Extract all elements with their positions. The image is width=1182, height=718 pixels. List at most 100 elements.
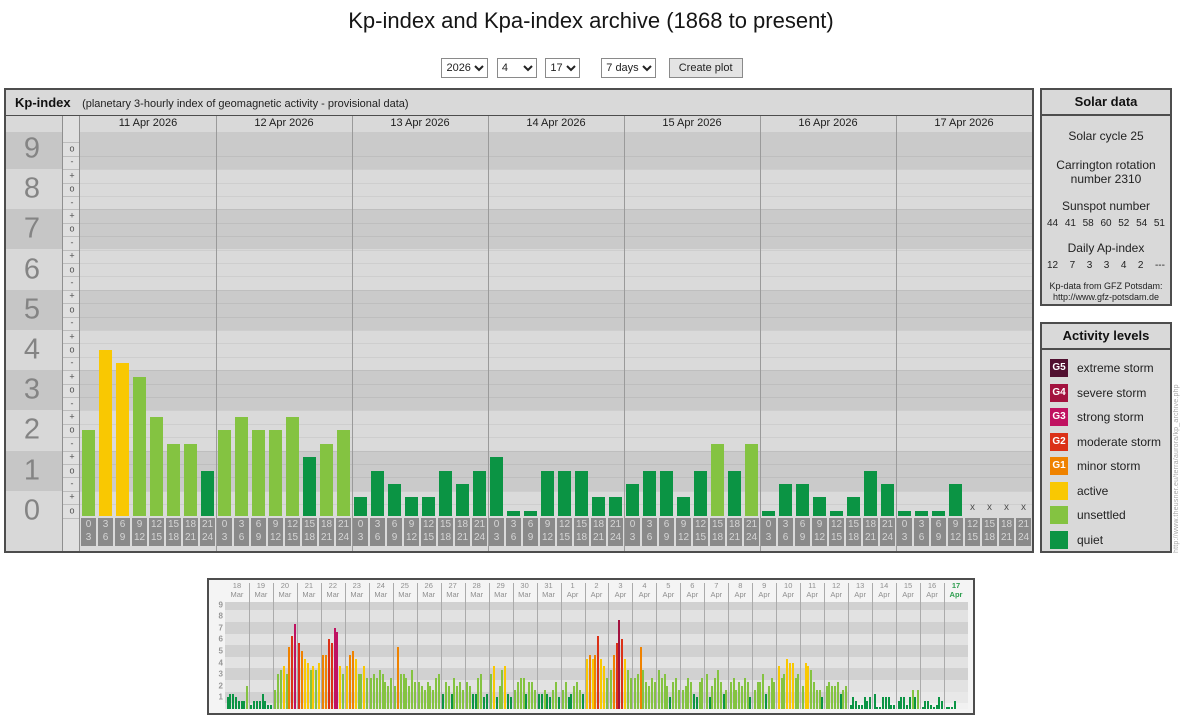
mini-kp-bar [421, 685, 424, 709]
mini-kp-bar [543, 689, 546, 709]
mini-kp-bar [294, 623, 297, 709]
sublevel-line [63, 195, 79, 197]
bars-area: 0 3 3 6 6 9 9 12 12 15 15 18 18 21 21 24 0 3 3 6 6 9 9 12 12 15 15… [80, 132, 1032, 551]
mini-y-number: 8 [218, 611, 223, 621]
hour-end: 21 [1000, 532, 1013, 544]
missing-data-mark: x [970, 502, 975, 514]
legend-label: unsettled [1077, 508, 1126, 522]
mini-kp-bar [306, 662, 309, 709]
kp-bar [762, 511, 775, 517]
kp-bar [949, 484, 962, 517]
mini-kp-bar [261, 693, 264, 709]
hour-start: 21 [337, 519, 350, 531]
mini-kp-bar [773, 681, 776, 709]
gridline [80, 289, 1032, 291]
kp-bar [354, 497, 367, 517]
hour-end: 15 [694, 532, 707, 544]
mini-kp-bar [897, 701, 900, 709]
mini-kp-bar [873, 693, 876, 709]
mini-kp-bar [408, 685, 411, 709]
hour-end: 3 [221, 532, 228, 544]
mini-kp-bar [411, 670, 414, 709]
sublevel-line [63, 356, 79, 358]
mini-kp-bar [738, 681, 741, 709]
hour-end: 3 [85, 532, 92, 544]
mini-kp-bar [429, 685, 432, 709]
hour-end: 21 [864, 532, 877, 544]
hour-end: 24 [1017, 532, 1030, 544]
mini-kp-bar [339, 666, 342, 709]
mini-kp-bar [746, 681, 749, 709]
mini-kp-bar [557, 697, 560, 709]
mini-kp-bar [770, 678, 773, 709]
sublevel-label: + [69, 290, 75, 301]
ap-value: 2 [1137, 260, 1144, 271]
hour-label-box: 03 [761, 518, 776, 547]
sunspot-value: 51 [1153, 218, 1165, 229]
mini-day-separator [248, 583, 250, 709]
kp-bar [439, 470, 452, 517]
kp-band-4 [80, 329, 1032, 371]
sublevel-label: - [70, 237, 74, 248]
sublevel-line [63, 155, 79, 157]
sublevel-line [63, 316, 79, 318]
overview-chart-panel: 9 8 7 6 5 4 3 2 1 18 Mar 19 Mar 20 Mar 21 Mar 22 Mar 23 Mar 2… [207, 578, 975, 715]
mini-kp-bar [660, 678, 663, 709]
mini-kp-bar [858, 705, 861, 709]
sublevel-label: o [69, 505, 75, 516]
hour-label-box: 03 [81, 518, 96, 547]
create-plot-button[interactable]: Create plot [668, 58, 743, 78]
day-select[interactable]: 17 [545, 58, 581, 78]
legend-color-swatch: G2 [1050, 432, 1068, 451]
hour-label-box: 18 21 [999, 518, 1014, 547]
mini-kp-bar [698, 681, 701, 709]
hour-label-box: 15 18 [982, 518, 997, 547]
mini-kp-bar [333, 627, 336, 709]
gridline [80, 329, 1032, 331]
range-select[interactable]: 7 days [601, 58, 657, 78]
sublevel-label: + [69, 411, 75, 422]
hour-end: 15 [830, 532, 843, 544]
y-axis-number: 4 [23, 333, 41, 366]
year-select[interactable]: 2026 [441, 58, 489, 78]
legend-label: active [1077, 483, 1109, 498]
hour-start: 21 [201, 519, 214, 531]
kp-index-chart-panel: Kp-index (planetary 3-hourly index of ge… [4, 88, 1034, 553]
mini-kp-bar [825, 685, 828, 709]
mini-kp-bar [351, 651, 354, 709]
sublevel-label: + [69, 491, 75, 502]
hour-start: 6 [255, 519, 262, 531]
hour-end: 24 [473, 532, 486, 544]
mini-kp-bar [504, 666, 507, 709]
mini-kp-bar [389, 678, 392, 709]
hour-label-box: 69 [795, 518, 810, 547]
page-title: Kp-index and Kpa-index archive (1868 to … [348, 8, 834, 33]
mini-kp-bar [549, 697, 552, 709]
sublevel-label: - [70, 478, 74, 489]
month-select[interactable]: 4 [496, 58, 537, 78]
hour-start: 9 [136, 519, 143, 531]
legend-row: G5 extreme storm [1050, 359, 1166, 377]
kp-bar [320, 443, 333, 517]
hour-start: 12 [150, 519, 163, 531]
mini-kp-bar [232, 693, 235, 709]
hour-end: 21 [184, 532, 197, 544]
mini-date-label: 15 Apr [896, 581, 920, 599]
sublevel-label: - [70, 317, 74, 328]
mini-kp-bar [743, 678, 746, 709]
hour-label-box: 12 15 [965, 518, 980, 547]
mini-kp-bar [629, 678, 632, 709]
mini-kp-bar [831, 685, 834, 709]
mini-date-label: 28 Mar [465, 581, 489, 599]
mini-date-label: 16 Apr [920, 581, 944, 599]
legend-color-swatch [1050, 506, 1068, 524]
mini-kp-bar [783, 674, 786, 709]
mini-kp-bar [735, 689, 738, 709]
mini-kp-bar [653, 681, 656, 709]
mini-kp-bar [945, 707, 948, 709]
hour-start: 0 [765, 519, 772, 531]
mini-date-label: 6 Apr [680, 581, 704, 599]
hour-label-box: 9 12 [948, 518, 963, 547]
kp-data-credit-line2: http://www.gfz-potsdam.de [1052, 291, 1160, 302]
mini-kp-bar [695, 697, 698, 709]
